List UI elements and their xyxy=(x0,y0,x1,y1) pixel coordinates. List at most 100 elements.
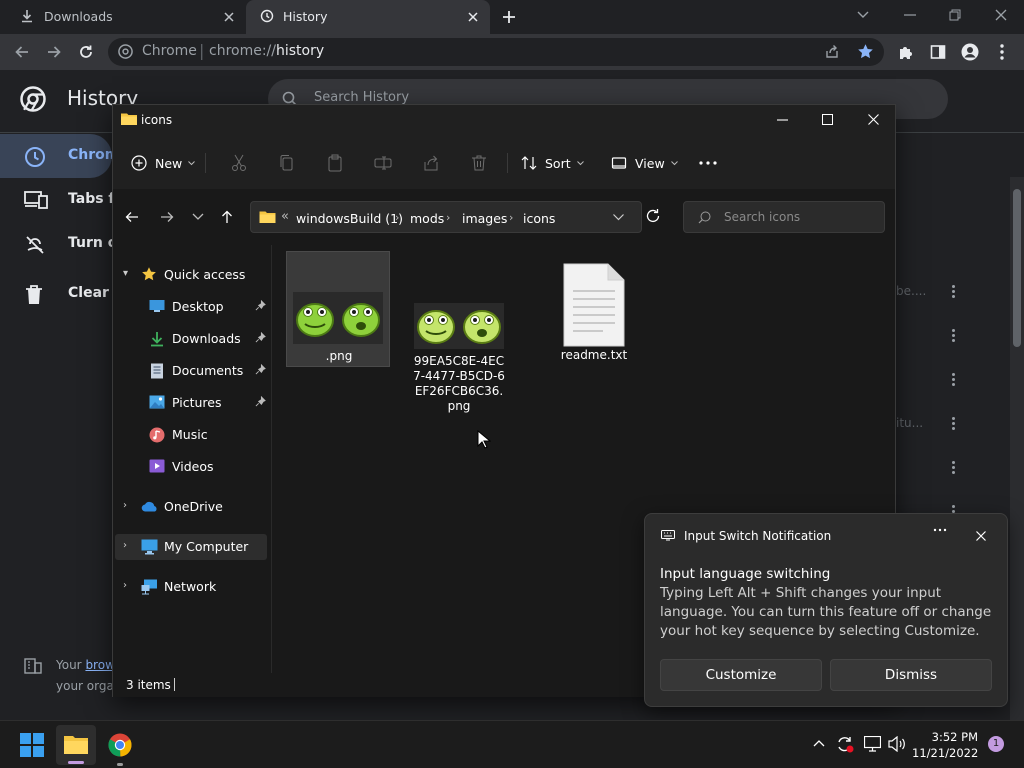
more-options-icon[interactable] xyxy=(933,528,947,532)
nav-item-documents[interactable]: Documents xyxy=(115,358,267,384)
tab-downloads[interactable]: Downloads xyxy=(0,0,246,34)
tab-history[interactable]: History xyxy=(246,0,490,34)
chevron-right-icon[interactable]: › xyxy=(123,500,127,511)
file-item-readme-txt[interactable]: readme.txt xyxy=(542,251,646,367)
network-icon xyxy=(141,579,158,595)
search-input[interactable]: Search icons xyxy=(683,201,885,233)
breadcrumb-item-current[interactable]: icons xyxy=(523,211,555,226)
forward-button[interactable] xyxy=(40,38,68,66)
close-icon[interactable] xyxy=(976,531,986,541)
volume-icon[interactable] xyxy=(888,736,906,752)
chevron-down-icon[interactable]: ▾ xyxy=(123,268,128,279)
close-tab-icon[interactable] xyxy=(464,8,482,26)
breadcrumb-item[interactable]: mods xyxy=(410,211,444,226)
view-button[interactable]: View xyxy=(611,149,678,177)
entry-menu-icon[interactable] xyxy=(946,416,960,430)
scrollbar-thumb[interactable] xyxy=(1013,189,1021,347)
new-tab-button[interactable] xyxy=(500,8,518,26)
sort-button[interactable]: Sort xyxy=(521,149,584,177)
breadcrumb-separator-icon[interactable]: › xyxy=(446,211,450,224)
view-label: View xyxy=(635,155,665,171)
nav-item-music[interactable]: Music xyxy=(115,422,267,448)
chrome-menu-icon[interactable] xyxy=(988,38,1016,66)
start-windows-icon[interactable] xyxy=(20,733,44,757)
entry-menu-icon[interactable] xyxy=(946,460,960,474)
back-button[interactable] xyxy=(8,38,36,66)
explorer-titlebar[interactable]: icons xyxy=(113,105,895,135)
clock-date[interactable]: 11/21/2022 xyxy=(912,746,978,760)
search-icon xyxy=(698,211,711,224)
tab-search-icon[interactable] xyxy=(849,4,877,26)
back-arrow-icon[interactable] xyxy=(124,207,148,227)
forward-arrow-icon[interactable] xyxy=(159,207,183,227)
bookmark-star-icon[interactable] xyxy=(857,43,874,60)
address-history-chevron-icon[interactable] xyxy=(613,214,624,221)
sidebar-item-clear-browsing-data[interactable]: Clear b xyxy=(0,272,112,316)
side-panel-icon[interactable] xyxy=(924,38,952,66)
entry-menu-icon[interactable] xyxy=(946,328,960,342)
dismiss-button[interactable]: Dismiss xyxy=(830,659,992,691)
nav-item-videos[interactable]: Videos xyxy=(115,454,267,480)
copy-icon[interactable] xyxy=(277,153,297,173)
cut-icon[interactable] xyxy=(229,153,249,173)
more-options-icon[interactable] xyxy=(699,149,717,177)
nav-label: OneDrive xyxy=(164,499,223,514)
breadcrumb-item[interactable]: images xyxy=(462,211,507,226)
sidebar-item-turn-off[interactable]: Turn of xyxy=(0,222,112,266)
overflow-chevron-icon[interactable]: « xyxy=(281,209,289,224)
file-item-png[interactable]: .png xyxy=(286,251,390,367)
profile-avatar-icon[interactable] xyxy=(956,38,984,66)
delete-icon[interactable] xyxy=(469,153,489,173)
chevron-right-icon[interactable]: › xyxy=(123,580,127,591)
chrome-taskbar-button[interactable] xyxy=(100,725,140,766)
minimize-icon[interactable] xyxy=(896,4,924,26)
chrome-toolbar: Chrome | chrome://history xyxy=(0,34,1024,70)
recent-locations-chevron-icon[interactable] xyxy=(192,207,216,227)
managed-link[interactable]: brow xyxy=(85,658,114,672)
entry-menu-icon[interactable] xyxy=(946,284,960,298)
nav-item-my-computer[interactable]: › My Computer xyxy=(115,534,267,560)
share-icon[interactable] xyxy=(421,153,441,173)
sync-alert-icon[interactable] xyxy=(836,735,854,753)
nav-item-pictures[interactable]: Pictures xyxy=(115,390,267,416)
share-icon[interactable] xyxy=(824,44,840,60)
clock-time[interactable]: 3:52 PM xyxy=(912,730,978,744)
close-window-icon[interactable] xyxy=(868,114,879,125)
breadcrumb-item[interactable]: windowsBuild (1) xyxy=(296,211,403,226)
history-icon xyxy=(260,9,274,23)
address-bar[interactable]: « windowsBuild (1) › mods › images › ico… xyxy=(250,201,642,233)
nav-item-network[interactable]: › Network xyxy=(115,574,267,600)
chevron-right-icon[interactable]: › xyxy=(123,540,127,551)
nav-item-onedrive[interactable]: › OneDrive xyxy=(115,494,267,520)
entry-menu-icon[interactable] xyxy=(946,372,960,386)
page-scrollbar[interactable] xyxy=(1010,177,1024,720)
close-window-icon[interactable] xyxy=(987,4,1015,26)
sidebar-item-tabs-other-devices[interactable]: Tabs fr xyxy=(0,178,112,222)
file-explorer-taskbar-button[interactable] xyxy=(56,725,96,765)
star-icon xyxy=(141,266,157,282)
network-monitor-icon[interactable] xyxy=(864,736,881,752)
notification-count-badge[interactable]: 1 xyxy=(988,736,1004,752)
nav-item-desktop[interactable]: Desktop xyxy=(115,294,267,320)
maximize-icon[interactable] xyxy=(822,114,833,125)
refresh-icon[interactable] xyxy=(645,208,661,224)
extensions-puzzle-icon[interactable] xyxy=(892,38,920,66)
minimize-icon[interactable] xyxy=(777,119,788,121)
breadcrumb-separator-icon[interactable]: › xyxy=(395,211,399,224)
new-button[interactable]: New xyxy=(131,149,196,177)
nav-item-downloads[interactable]: Downloads xyxy=(115,326,267,352)
paste-icon[interactable] xyxy=(325,153,345,173)
breadcrumb-separator-icon[interactable]: › xyxy=(509,211,513,224)
up-arrow-icon[interactable] xyxy=(219,207,243,227)
show-hidden-icons-chevron-icon[interactable] xyxy=(813,739,825,747)
close-tab-icon[interactable] xyxy=(220,8,238,26)
sidebar-item-chrome-history[interactable]: Chrom xyxy=(0,134,112,178)
nav-item-quick-access[interactable]: ▾ Quick access xyxy=(115,262,267,288)
rename-icon[interactable] xyxy=(373,153,393,173)
customize-button[interactable]: Customize xyxy=(660,659,822,691)
restore-icon[interactable] xyxy=(941,4,969,26)
file-item-guid-png[interactable]: 99EA5C8E-4EC7-4477-B5CD-6EF26FCB6C36.png xyxy=(407,251,511,413)
download-icon xyxy=(20,9,34,23)
reload-button[interactable] xyxy=(72,38,100,66)
omnibox[interactable]: Chrome | chrome://history xyxy=(108,38,884,66)
